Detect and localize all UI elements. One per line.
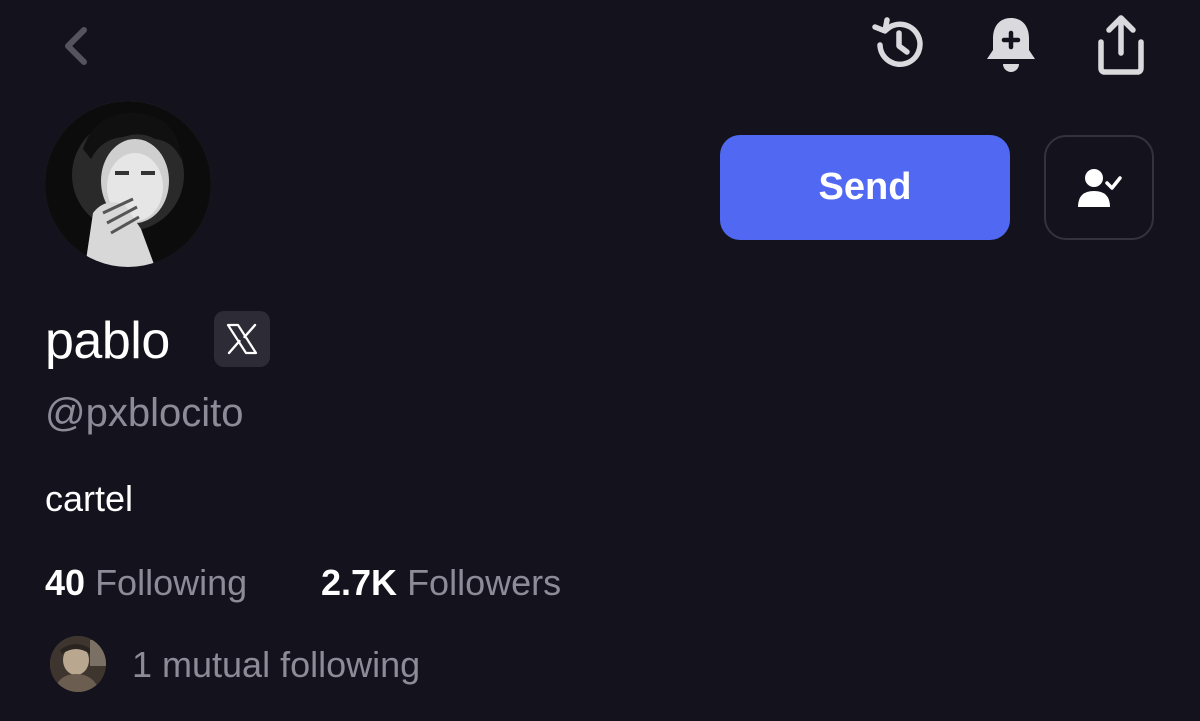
- x-platform-badge: [214, 311, 270, 367]
- send-button[interactable]: Send: [720, 135, 1010, 240]
- followers-stat[interactable]: 2.7K Followers: [321, 556, 561, 610]
- profile-bio: cartel: [45, 478, 134, 519]
- portrait-image: [45, 101, 211, 267]
- followers-count: 2.7K: [321, 562, 398, 603]
- user-check-icon: [1078, 168, 1122, 207]
- history-icon: [872, 17, 923, 67]
- mutual-follower-avatar[interactable]: [50, 636, 106, 692]
- following-count: 40: [45, 562, 86, 603]
- history-button[interactable]: [866, 12, 932, 78]
- x-logo-icon: [226, 323, 258, 355]
- share-icon: [1098, 15, 1144, 75]
- display-name: pablo: [45, 312, 170, 370]
- username-handle: @pxblocito: [45, 391, 244, 435]
- following-stat[interactable]: 40 Following: [45, 556, 247, 610]
- share-button[interactable]: [1086, 10, 1156, 78]
- mutual-following-link[interactable]: 1 mutual following: [132, 638, 420, 692]
- profile-avatar[interactable]: [45, 101, 211, 267]
- following-toggle-button[interactable]: [1044, 135, 1154, 240]
- following-label: Following: [95, 562, 248, 603]
- notify-button[interactable]: [980, 12, 1042, 78]
- bell-plus-icon: [987, 18, 1035, 72]
- back-button[interactable]: [50, 18, 106, 74]
- mutual-avatar-image: [50, 636, 106, 692]
- followers-label: Followers: [407, 562, 562, 603]
- chevron-left-icon: [65, 27, 87, 65]
